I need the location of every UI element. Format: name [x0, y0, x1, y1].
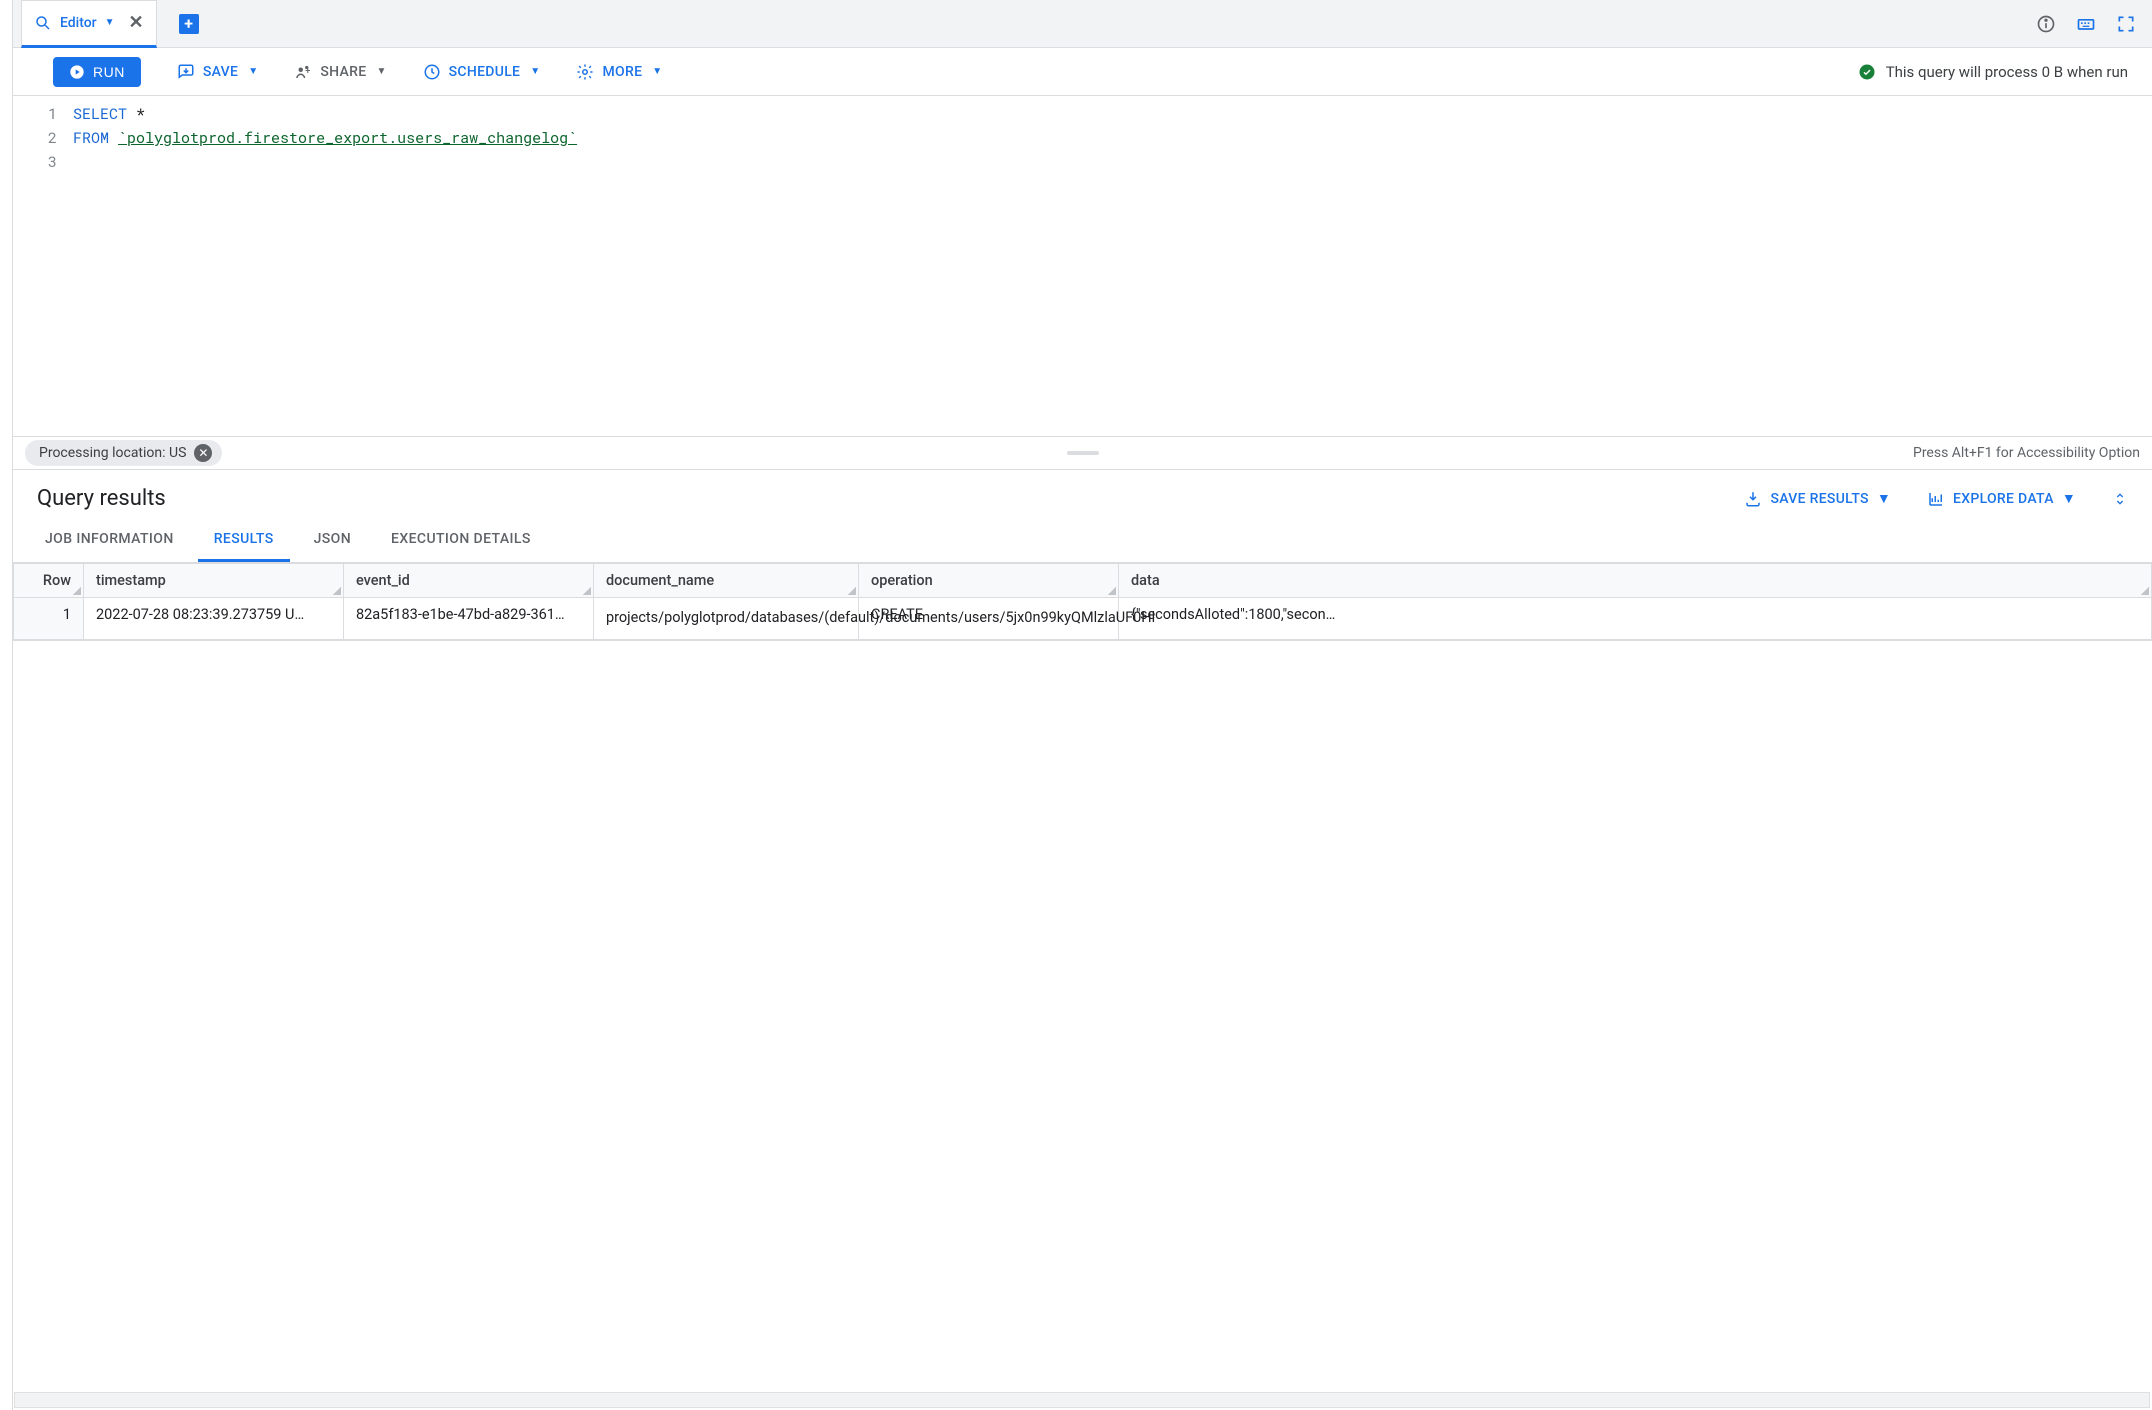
tab-job-information[interactable]: JOB INFORMATION — [29, 519, 190, 562]
svg-text:+: + — [306, 66, 311, 76]
save-results-button[interactable]: SAVE RESULTS ▼ — [1744, 490, 1891, 508]
cell-timestamp: 2022-07-28 08:23:39.273759 U… — [84, 598, 344, 640]
status-row: Processing location: US ✕ Press Alt+F1 f… — [13, 436, 2152, 470]
cell-document-name: projects/polyglotprod/databases/(default… — [594, 598, 859, 640]
table-row[interactable]: 1 2022-07-28 08:23:39.273759 U… 82a5f183… — [14, 598, 2152, 640]
tab-json[interactable]: JSON — [298, 519, 367, 562]
play-icon — [69, 64, 85, 80]
col-operation[interactable]: operation — [859, 564, 1119, 598]
keyboard-icon[interactable] — [2076, 14, 2096, 34]
resize-handle-icon[interactable] — [333, 587, 341, 595]
col-event-id[interactable]: event_id — [344, 564, 594, 598]
sql-editor[interactable]: 1 2 3 SELECT * FROM `polyglotprod.firest… — [13, 96, 2152, 436]
save-button[interactable]: SAVE ▼ — [177, 63, 259, 81]
save-results-label: SAVE RESULTS — [1770, 491, 1868, 507]
results-table: Row timestamp event_id document_name ope… — [13, 563, 2152, 640]
caret-down-icon: ▼ — [652, 66, 662, 77]
info-icon[interactable] — [2036, 14, 2056, 34]
resize-handle-icon[interactable] — [1108, 587, 1116, 595]
query-estimate-text: This query will process 0 B when run — [1886, 63, 2128, 81]
resize-handle-icon[interactable] — [2141, 587, 2149, 595]
cell-rownum: 1 — [14, 598, 84, 640]
explore-data-button[interactable]: EXPLORE DATA ▼ — [1927, 490, 2076, 508]
tab-execution-details[interactable]: EXECUTION DETAILS — [375, 519, 547, 562]
line-number: 2 — [13, 126, 57, 150]
cell-data: {"secondsAlloted":1800,"secon… — [1119, 598, 2152, 640]
caret-down-icon: ▼ — [2062, 490, 2076, 507]
share-icon: + — [294, 63, 312, 81]
more-label: MORE — [602, 64, 642, 80]
caret-down-icon: ▼ — [1877, 490, 1891, 507]
line-number: 1 — [13, 102, 57, 126]
col-document-name[interactable]: document_name — [594, 564, 859, 598]
cell-event-id: 82a5f183-e1be-47bd-a829-361… — [344, 598, 594, 640]
run-label: RUN — [93, 64, 125, 80]
accessibility-hint: Press Alt+F1 for Accessibility Option — [1913, 445, 2140, 461]
results-title: Query results — [37, 486, 166, 511]
share-button[interactable]: + SHARE ▼ — [294, 63, 386, 81]
resize-handle-icon[interactable] — [583, 587, 591, 595]
results-tabs: JOB INFORMATION RESULTS JSON EXECUTION D… — [13, 519, 2152, 563]
line-gutter: 1 2 3 — [13, 102, 73, 436]
tab-bar: Editor ▼ ✕ + — [13, 0, 2152, 48]
new-tab-button[interactable]: + — [179, 14, 199, 34]
horizontal-scrollbar[interactable] — [14, 1392, 2150, 1408]
query-icon — [34, 14, 52, 32]
schedule-button[interactable]: SCHEDULE ▼ — [423, 63, 541, 81]
cell-operation: CREATE — [859, 598, 1119, 640]
explore-data-label: EXPLORE DATA — [1953, 491, 2054, 507]
tab-results[interactable]: RESULTS — [198, 519, 290, 562]
results-table-wrap: Row timestamp event_id document_name ope… — [13, 563, 2152, 641]
editor-tab-label: Editor — [60, 15, 97, 31]
line-number: 3 — [13, 150, 57, 174]
code-token: * — [127, 104, 145, 124]
caret-down-icon: ▼ — [530, 66, 540, 77]
toolbar: RUN SAVE ▼ + SHARE ▼ SCHEDULE ▼ MORE ▼ T… — [13, 48, 2152, 96]
fullscreen-icon[interactable] — [2116, 14, 2136, 34]
gear-icon — [576, 63, 594, 81]
resize-handle-icon[interactable] — [848, 587, 856, 595]
save-label: SAVE — [203, 64, 238, 80]
resize-handle-icon[interactable] — [73, 587, 81, 595]
col-data[interactable]: data — [1119, 564, 2152, 598]
processing-location-chip[interactable]: Processing location: US ✕ — [25, 440, 222, 466]
more-button[interactable]: MORE ▼ — [576, 63, 662, 81]
unfold-icon[interactable] — [2112, 491, 2128, 507]
caret-down-icon: ▼ — [248, 66, 258, 77]
schedule-label: SCHEDULE — [449, 64, 521, 80]
caret-down-icon: ▼ — [376, 66, 386, 77]
download-icon — [1744, 490, 1762, 508]
table-reference: `polyglotprod.firestore_export.users_raw… — [118, 128, 577, 148]
col-timestamp[interactable]: timestamp — [84, 564, 344, 598]
caret-down-icon: ▼ — [105, 17, 115, 28]
close-tab-icon[interactable]: ✕ — [129, 12, 144, 33]
check-circle-icon — [1858, 63, 1876, 81]
chip-close-icon[interactable]: ✕ — [194, 444, 212, 462]
resize-handle[interactable] — [1067, 451, 1099, 455]
code-content[interactable]: SELECT * FROM `polyglotprod.firestore_ex… — [73, 102, 2152, 436]
run-button[interactable]: RUN — [53, 57, 141, 87]
share-label: SHARE — [320, 64, 366, 80]
col-row[interactable]: Row — [14, 564, 84, 598]
chip-label: Processing location: US — [39, 445, 186, 461]
clock-icon — [423, 63, 441, 81]
results-header: Query results SAVE RESULTS ▼ EXPLORE DAT… — [13, 470, 2152, 519]
chart-icon — [1927, 490, 1945, 508]
keyword: FROM — [73, 128, 109, 148]
save-icon — [177, 63, 195, 81]
editor-tab[interactable]: Editor ▼ ✕ — [21, 0, 157, 48]
keyword: SELECT — [73, 104, 127, 124]
